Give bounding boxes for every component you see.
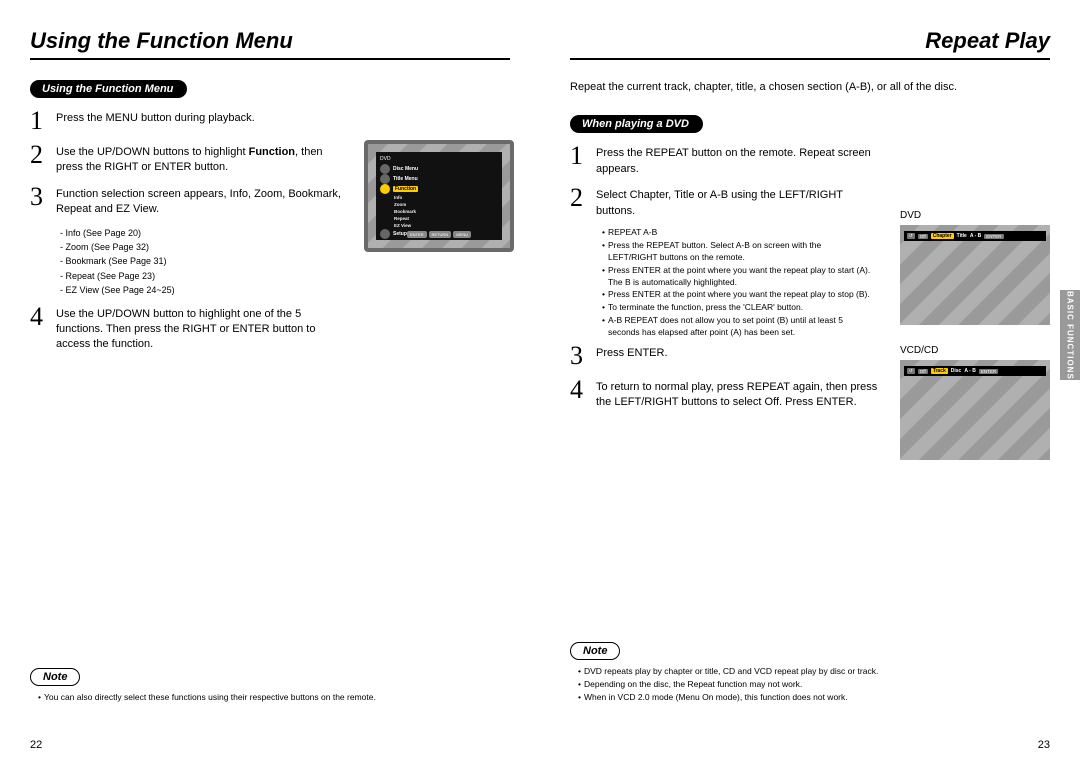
menu-row: Title Menu	[380, 174, 498, 184]
menu-sub-item: Repeat	[394, 215, 498, 222]
step-text-pre: Use the UP/DOWN buttons to highlight	[56, 146, 249, 158]
seg-disc: Disc	[951, 368, 962, 374]
menu-icon	[380, 184, 390, 194]
seg-ab: A - B	[970, 233, 981, 239]
osd-vcd: ↺ Off Track Disc A - B ENTER	[900, 360, 1050, 460]
page-title-right: Repeat Play	[925, 28, 1050, 54]
note-bullet: Depending on the disc, the Repeat functi…	[578, 679, 1050, 691]
step-text: Press ENTER.	[596, 343, 668, 361]
step-number: 1	[30, 108, 56, 134]
osd-strip-dvd: ↺ Off Chapter Title A - B ENTER	[904, 231, 1046, 241]
step-number: 2	[570, 185, 596, 211]
note-pill-right: Note	[570, 642, 620, 660]
step-3: 3 Press ENTER.	[570, 343, 880, 369]
note-bullets-right: DVD repeats play by chapter or title, CD…	[578, 666, 1050, 704]
step-number: 4	[30, 304, 56, 330]
steps-right: 1 Press the REPEAT button on the remote.…	[570, 143, 880, 410]
bullet: Press the REPEAT button. Select A-B on s…	[602, 240, 872, 264]
tv-screen: DVD Disc Menu Title Menu Function Info Z…	[376, 152, 502, 240]
note-bullet: When in VCD 2.0 mode (Menu On mode), thi…	[578, 692, 1050, 704]
page-title-left: Using the Function Menu	[30, 28, 293, 54]
menu-sub-item: Info	[394, 194, 498, 201]
step-text-bold: Function	[249, 146, 295, 158]
tv-frame: DVD Disc Menu Title Menu Function Info Z…	[364, 140, 514, 252]
menu-sub-item: EZ View	[394, 222, 498, 229]
side-tab: BASIC FUNCTIONS	[1060, 290, 1080, 380]
step-number: 2	[30, 142, 56, 168]
enter-chip: ENTER	[979, 369, 998, 374]
repeat-icon: ↺	[907, 368, 915, 374]
seg-chapter: Chapter	[931, 233, 954, 239]
osd-label-vcd: VCD/CD	[900, 345, 1050, 356]
osd-strip-vcd: ↺ Off Track Disc A - B ENTER	[904, 366, 1046, 376]
repeat-bullets: REPEAT A-B Press the REPEAT button. Sele…	[602, 227, 872, 339]
page-right: Repeat Play Repeat the current track, ch…	[540, 0, 1080, 765]
intro-text: Repeat the current track, chapter, title…	[570, 80, 1050, 95]
step-text: Use the UP/DOWN buttons to highlight Fun…	[56, 142, 346, 176]
note-bullet: DVD repeats play by chapter or title, CD…	[578, 666, 1050, 678]
section-pill-right: When playing a DVD	[570, 115, 703, 133]
step-text: Select Chapter, Title or A-B using the L…	[596, 185, 880, 219]
title-row-left: Using the Function Menu	[30, 28, 510, 60]
bullet: Press ENTER at the point where you want …	[602, 289, 872, 301]
tv-btn: MENU	[453, 231, 471, 238]
off-chip: Off	[918, 369, 928, 374]
menu-label: Title Menu	[393, 176, 418, 182]
step-1: 1 Press the REPEAT button on the remote.…	[570, 143, 880, 177]
menu-icon	[380, 164, 390, 174]
step-text: Press the MENU button during playback.	[56, 108, 255, 126]
bullet: REPEAT A-B	[602, 227, 872, 239]
note-pill-left: Note	[30, 668, 80, 686]
step-text: Press the REPEAT button on the remote. R…	[596, 143, 880, 177]
step-1: 1 Press the MENU button during playback.	[30, 108, 510, 134]
menu-label: Function	[393, 186, 418, 192]
title-row-right: Repeat Play	[570, 28, 1050, 60]
step-text: To return to normal play, press REPEAT a…	[596, 377, 880, 411]
step-number: 4	[570, 377, 596, 403]
step-number: 3	[30, 184, 56, 210]
menu-row: Disc Menu	[380, 164, 498, 174]
page-number-left: 22	[30, 739, 42, 751]
note-bullet: You can also directly select these funct…	[38, 692, 510, 704]
menu-sub-item: Zoom	[394, 201, 498, 208]
step-4: 4 To return to normal play, press REPEAT…	[570, 377, 880, 411]
bullet: Press ENTER at the point where you want …	[602, 265, 872, 289]
seg-ab: A - B	[964, 368, 975, 374]
tv-btn: ENTER	[407, 231, 427, 238]
tv-btn: RETURN	[429, 231, 452, 238]
menu-sub: Info Zoom Bookmark Repeat EZ View	[394, 194, 498, 229]
sublist-item: Bookmark (See Page 31)	[60, 254, 510, 268]
tv-screenshot-left: DVD Disc Menu Title Menu Function Info Z…	[364, 140, 514, 252]
step-text: Use the UP/DOWN button to highlight one …	[56, 304, 346, 353]
tv-button-bar: ENTER RETURN MENU	[376, 231, 502, 238]
step-number: 3	[570, 343, 596, 369]
enter-chip: ENTER	[984, 234, 1003, 239]
osd-label-dvd: DVD	[900, 210, 1050, 221]
step-number: 1	[570, 143, 596, 169]
osd-dvd: ↺ Off Chapter Title A - B ENTER	[900, 225, 1050, 325]
sublist-item: EZ View (See Page 24~25)	[60, 283, 510, 297]
menu-icon	[380, 174, 390, 184]
menu-row-highlight: Function	[380, 184, 498, 194]
tv-header: DVD	[380, 156, 498, 162]
page-left: Using the Function Menu Using the Functi…	[0, 0, 540, 765]
seg-title: Title	[957, 233, 967, 239]
off-chip: Off	[918, 234, 928, 239]
bullet: To terminate the function, press the 'CL…	[602, 302, 872, 314]
step-2: 2 Select Chapter, Title or A-B using the…	[570, 185, 880, 219]
bullet: A-B REPEAT does not allow you to set poi…	[602, 315, 872, 339]
step-text: Function selection screen appears, Info,…	[56, 184, 346, 218]
page-number-right: 23	[1038, 739, 1050, 751]
sublist-item: Repeat (See Page 23)	[60, 269, 510, 283]
step-4: 4 Use the UP/DOWN button to highlight on…	[30, 304, 510, 353]
seg-track: Track	[931, 368, 948, 374]
osd-screenshots: DVD ↺ Off Chapter Title A - B ENTER VCD/…	[900, 210, 1050, 480]
section-pill-left: Using the Function Menu	[30, 80, 187, 98]
menu-sub-item: Bookmark	[394, 208, 498, 215]
note-bullets-left: You can also directly select these funct…	[38, 692, 510, 704]
menu-label: Disc Menu	[393, 166, 418, 172]
repeat-icon: ↺	[907, 233, 915, 239]
